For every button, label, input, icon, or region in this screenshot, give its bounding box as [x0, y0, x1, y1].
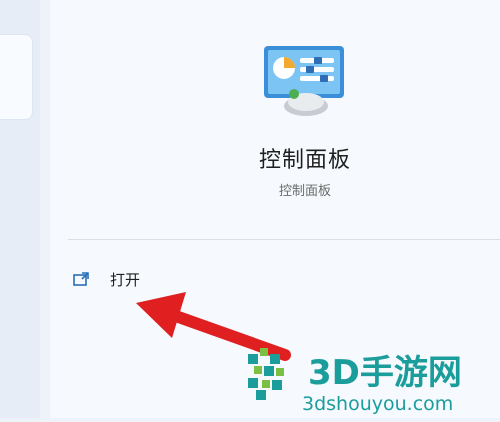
watermark-mosaic-icon	[248, 348, 284, 400]
app-subtitle: 控制面板	[278, 184, 331, 199]
search-result-card[interactable]	[0, 34, 33, 120]
control-panel-icon	[260, 40, 350, 120]
open-action[interactable]: 打开	[66, 262, 226, 296]
open-label: 打开	[110, 270, 141, 289]
app-title: 控制面板	[258, 148, 351, 173]
watermark-logo: 3D手游网 3dshouyou.com	[240, 340, 500, 418]
results-pane	[0, 0, 40, 418]
open-window-icon	[72, 269, 92, 289]
watermark-url: 3dshouyou.com	[302, 393, 453, 415]
divider	[68, 239, 500, 240]
watermark-brand: 3D手游网	[308, 353, 462, 393]
